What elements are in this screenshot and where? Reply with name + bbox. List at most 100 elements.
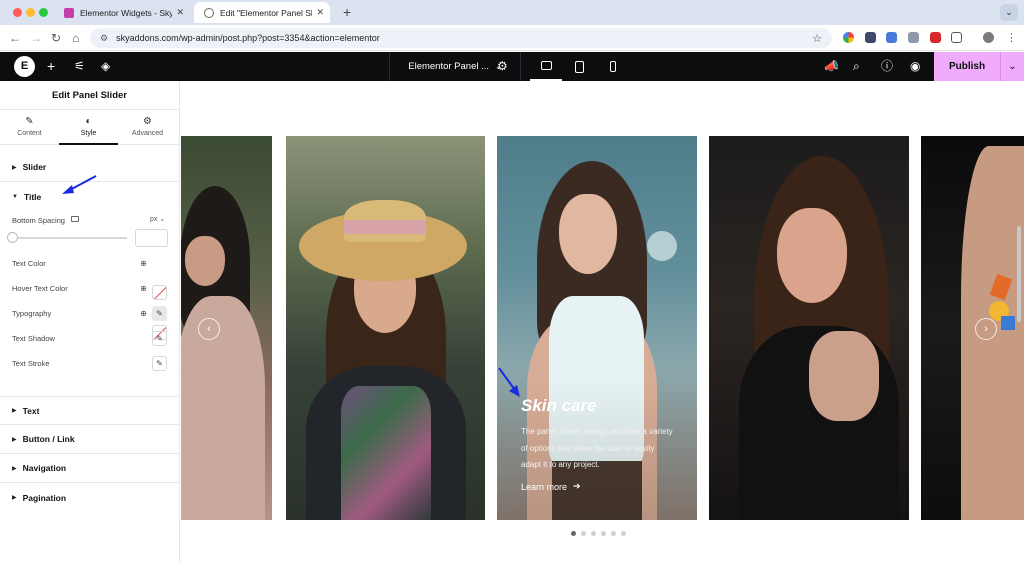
section-navigation[interactable]: ▶ Navigation [0, 454, 179, 483]
bottom-spacing-label: Bottom Spacing [12, 216, 65, 225]
tab-title: Elementor Widgets - Sky Addons [80, 7, 173, 18]
structure-layers-icon[interactable]: ◈ [101, 59, 110, 73]
extension-color-icon[interactable] [843, 32, 854, 43]
preview-eye-icon[interactable]: ◉ [910, 59, 920, 73]
gear-icon: ⚙ [143, 116, 152, 127]
tab-style-label: Style [80, 130, 97, 137]
slide-description: The panel sliders design provides a vari… [521, 427, 673, 469]
help-icon[interactable]: ⓘ [881, 59, 893, 73]
pagination-dot[interactable] [611, 531, 616, 536]
editor-panel: Edit Panel Slider ✎ Content ◐ Style ⚙ Ad… [0, 81, 180, 562]
tab-advanced[interactable]: ⚙ Advanced [118, 110, 177, 145]
tab-content-label: Content [17, 130, 42, 137]
text-shadow-edit-icon[interactable]: ✎ [152, 331, 167, 346]
bottom-spacing-input[interactable] [135, 229, 168, 247]
pagination-dot[interactable] [621, 531, 626, 536]
pagination-dot[interactable] [571, 531, 576, 536]
text-color-label: Text Color [12, 259, 46, 268]
typography-edit-icon[interactable]: ✎ [152, 306, 167, 321]
section-text[interactable]: ▶ Text [0, 396, 179, 425]
tab-content[interactable]: ✎ Content [0, 110, 59, 145]
bottom-spacing-slider-handle[interactable] [7, 232, 18, 243]
hover-text-color-label: Hover Text Color [12, 284, 68, 293]
slide-figure [777, 208, 847, 303]
pagination-dot[interactable] [591, 531, 596, 536]
unit-selector[interactable]: px ⌄ [150, 215, 165, 223]
new-tab-button[interactable]: + [343, 4, 351, 20]
bookmark-star-icon[interactable]: ☆ [812, 32, 822, 45]
window-zoom-button[interactable] [39, 8, 48, 17]
publish-chevron-icon[interactable]: ⌄ [1000, 52, 1024, 81]
home-icon[interactable]: ⌂ [72, 31, 79, 45]
slide-image[interactable] [921, 136, 1024, 520]
tab-search-menu-button[interactable]: ⌄ [1000, 4, 1018, 21]
global-colors-icon[interactable]: ⊕ [136, 256, 151, 271]
global-fonts-icon[interactable]: ⊕ [136, 306, 151, 321]
bottom-spacing-slider-track[interactable] [12, 237, 127, 239]
add-element-icon[interactable]: + [47, 59, 55, 73]
tablet-view-button[interactable] [563, 52, 595, 81]
typography-label: Typography [12, 309, 52, 318]
section-label: Slider [22, 162, 47, 172]
caret-right-icon: ▶ [12, 408, 17, 414]
profile-avatar[interactable] [983, 32, 994, 43]
section-title[interactable]: ▼ Title [0, 182, 179, 211]
slide-figure [647, 231, 677, 261]
search-icon[interactable]: ⌕ [853, 59, 860, 73]
extension-red-icon[interactable] [930, 32, 941, 43]
browser-menu-icon[interactable]: ⋮ [1006, 31, 1017, 45]
window-close-button[interactable] [13, 8, 22, 17]
extensions-puzzle-icon[interactable] [951, 32, 962, 43]
tab-style[interactable]: ◐ Style [59, 110, 118, 145]
site-settings-icon[interactable]: ⚟ [74, 59, 85, 73]
window-minimize-button[interactable] [26, 8, 35, 17]
panel-tabs: ✎ Content ◐ Style ⚙ Advanced [0, 110, 179, 145]
browser-tab-edit-panel-slider[interactable]: Edit "Elementor Panel Slider" ✕ [194, 2, 330, 23]
text-color-picker[interactable] [152, 285, 167, 300]
section-pagination[interactable]: ▶ Pagination [0, 483, 179, 512]
slide-image[interactable] [181, 136, 272, 520]
extension-translate-icon[interactable] [886, 32, 897, 43]
reload-icon[interactable]: ↻ [51, 31, 61, 45]
extension-image-icon[interactable] [908, 32, 919, 43]
browser-tab-elementor-widgets[interactable]: Elementor Widgets - Sky Addons ✕ [54, 2, 190, 23]
desktop-icon [540, 61, 552, 70]
slide-figure [181, 296, 265, 520]
responsive-desktop-icon[interactable] [71, 216, 79, 222]
pagination-dot[interactable] [581, 531, 586, 536]
slider-pagination [571, 531, 626, 536]
pagination-dot[interactable] [601, 531, 606, 536]
panel-title: Edit Panel Slider [0, 81, 179, 110]
mobile-view-button[interactable] [597, 52, 629, 81]
close-tab-icon[interactable]: ✕ [176, 7, 184, 18]
address-bar[interactable]: ⚙ skyaddons.com/wp-admin/post.php?post=3… [90, 28, 832, 48]
slide-image[interactable] [286, 136, 485, 520]
browser-tab-bar: Elementor Widgets - Sky Addons ✕ Edit "E… [0, 0, 1024, 25]
learn-more-link[interactable]: Learn more ➔ [521, 481, 581, 492]
section-label: Title [23, 191, 42, 202]
desktop-view-button[interactable] [530, 52, 562, 81]
mobile-icon [610, 61, 616, 72]
caret-right-icon: ▶ [12, 164, 17, 171]
forward-icon[interactable]: → [30, 31, 42, 45]
elementor-logo-icon[interactable]: E [14, 56, 35, 77]
slide-image[interactable] [709, 136, 909, 520]
slide-figure [341, 386, 431, 520]
page-scrollbar[interactable] [1017, 226, 1021, 322]
global-colors-icon[interactable]: ⊕ [136, 281, 151, 296]
section-slider[interactable]: ▶ Slider [0, 153, 179, 182]
slider-next-button[interactable]: › [975, 318, 997, 340]
slide-title: Skin care [521, 396, 597, 415]
learn-more-label: Learn more [521, 481, 568, 492]
tab-advanced-label: Advanced [131, 130, 164, 137]
slider-prev-button[interactable]: ‹ [198, 318, 220, 340]
text-stroke-edit-icon[interactable]: ✎ [152, 356, 167, 371]
extension-shield-icon[interactable] [865, 32, 876, 43]
publish-button[interactable]: Publish [934, 52, 1000, 81]
close-tab-icon[interactable]: ✕ [316, 7, 324, 18]
back-icon[interactable]: ← [9, 31, 21, 45]
whats-new-icon[interactable]: 📣 [824, 59, 839, 73]
site-info-icon[interactable]: ⚙ [100, 33, 108, 44]
page-settings-gear-icon[interactable]: ⚙ [497, 59, 508, 73]
section-button-link[interactable]: ▶ Button / Link [0, 425, 179, 454]
